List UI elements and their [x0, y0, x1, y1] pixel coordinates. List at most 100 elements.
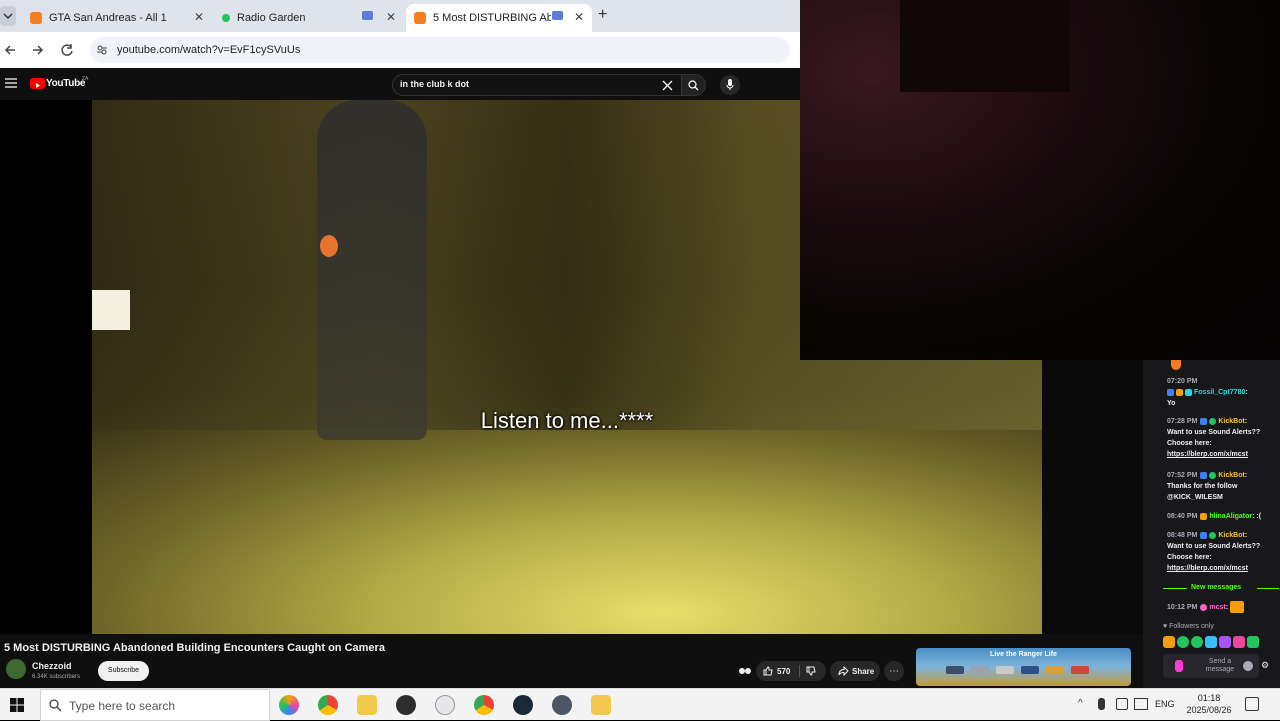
- chat-input-placeholder: Send a message: [1205, 658, 1235, 673]
- channel-name[interactable]: Chezzoid: [32, 661, 72, 671]
- chat-username[interactable]: mcst: [1209, 604, 1225, 611]
- picture-in-picture-icon: [362, 11, 373, 20]
- browser-tab[interactable]: Radio Garden ✕: [214, 4, 404, 32]
- youtube-logo-icon[interactable]: [30, 78, 45, 89]
- emote-icon[interactable]: [1191, 636, 1203, 648]
- followers-only-label: Followers only: [1169, 623, 1214, 630]
- chat-link[interactable]: https://blerp.com/x/mcst: [1167, 565, 1248, 572]
- copilot-icon[interactable]: [279, 695, 299, 715]
- tab-close-icon[interactable]: ✕: [386, 10, 396, 24]
- back-icon[interactable]: [3, 43, 17, 57]
- tab-label: 5 Most DISTURBING Aband: [433, 12, 551, 24]
- windows-start-icon[interactable]: [10, 698, 24, 712]
- steam-icon[interactable]: [513, 695, 533, 715]
- clear-search-icon[interactable]: [662, 80, 673, 91]
- chrome-icon[interactable]: [318, 695, 338, 715]
- emote-icon[interactable]: [1205, 636, 1217, 648]
- clip-icon[interactable]: [738, 665, 752, 677]
- tab-close-icon[interactable]: ✕: [574, 10, 584, 24]
- ad-truck-image: [946, 666, 964, 674]
- divider: [1163, 588, 1187, 589]
- new-tab-icon[interactable]: +: [598, 6, 607, 24]
- ad-truck-image: [1046, 666, 1064, 674]
- site-settings-icon[interactable]: [96, 44, 108, 56]
- taskbar: Type here to search ^ ENG 01:18 2025/08/…: [0, 688, 1280, 721]
- chat-text: Thanks for the follow @KICK_WILESM: [1167, 483, 1238, 501]
- chat-username[interactable]: Fossil_Cpt7780: [1194, 389, 1245, 396]
- file-explorer-icon[interactable]: [357, 695, 377, 715]
- chat-badge-icon: [1185, 388, 1192, 396]
- chat-username[interactable]: KickBot: [1218, 472, 1244, 479]
- search-input[interactable]: in the club k dot: [392, 74, 682, 96]
- chat-message: 07:52 PM KickBot: Thanks for the follow @…: [1167, 470, 1279, 503]
- browser-tab-active[interactable]: 5 Most DISTURBING Aband ✕: [406, 4, 592, 32]
- browser-tab[interactable]: GTA San Andreas - All 100 Tag ✕: [22, 4, 212, 32]
- clock[interactable]: 01:18 2025/08/26: [1180, 692, 1238, 716]
- chat-badge-icon: [1209, 471, 1217, 479]
- reload-icon[interactable]: [60, 43, 74, 57]
- chat-text: Yo: [1167, 400, 1176, 407]
- chat-settings-icon[interactable]: ⚙: [1261, 660, 1269, 671]
- chat-time: 07:20 PM: [1167, 378, 1198, 385]
- app-icon[interactable]: [552, 695, 572, 715]
- new-messages-divider[interactable]: New messages: [1163, 584, 1279, 594]
- chevron-up-icon[interactable]: ^: [1078, 698, 1083, 709]
- menu-icon[interactable]: [5, 78, 17, 88]
- emote-icon[interactable]: [1163, 636, 1175, 648]
- snipping-tool-icon[interactable]: [435, 695, 455, 715]
- display-icon[interactable]: [1134, 698, 1148, 710]
- dislike-icon[interactable]: [806, 666, 816, 676]
- video-frame-hand: [320, 235, 338, 257]
- obs-icon[interactable]: [396, 695, 416, 715]
- ad-truck-image: [996, 666, 1014, 674]
- tab-search-button[interactable]: [0, 6, 16, 26]
- ad-banner[interactable]: Live the Ranger Life: [916, 648, 1131, 686]
- chat-link[interactable]: https://blerp.com/x/mcst: [1167, 451, 1248, 458]
- like-count[interactable]: 570: [777, 667, 790, 676]
- like-icon[interactable]: [763, 666, 773, 676]
- chrome-profile-icon[interactable]: [474, 695, 494, 715]
- chat-username[interactable]: KickBot: [1218, 532, 1244, 539]
- search-icon: [688, 80, 699, 91]
- tab-close-icon[interactable]: ✕: [194, 10, 204, 24]
- picture-in-picture-icon: [552, 11, 563, 20]
- voice-search-button[interactable]: [720, 75, 740, 95]
- chat-badge-icon: [1167, 388, 1174, 396]
- emote-icon[interactable]: [1177, 636, 1189, 648]
- followers-only-notice: ♥ Followers only: [1163, 623, 1214, 630]
- search-button[interactable]: [682, 74, 706, 96]
- video-frame-figure: [317, 100, 427, 440]
- video-frame-floor: [92, 430, 1042, 634]
- chat-message: 07:28 PM KickBot: Want to use Sound Alert…: [1167, 416, 1279, 460]
- taskbar-search-input[interactable]: Type here to search: [40, 689, 270, 721]
- video-info: 5 Most DISTURBING Abandoned Building Enc…: [0, 634, 1143, 688]
- share-button[interactable]: Share: [830, 661, 880, 681]
- chat-username[interactable]: hlinaAligator: [1209, 513, 1252, 520]
- search-query-text: in the club k dot: [400, 79, 469, 89]
- channel-avatar[interactable]: [6, 659, 26, 679]
- chat-message: 08:40 PM hlinaAligator: :(: [1167, 512, 1262, 520]
- tab-label: GTA San Andreas - All 100 Tag: [49, 12, 167, 24]
- more-actions-icon[interactable]: ⋯: [884, 661, 904, 681]
- chat-badge-icon: [1209, 417, 1217, 425]
- notifications-icon[interactable]: [1245, 697, 1259, 711]
- subscribe-button[interactable]: Subscribe: [98, 661, 149, 681]
- chat-username[interactable]: KickBot: [1218, 418, 1244, 425]
- forward-icon[interactable]: [31, 43, 45, 57]
- microphone-icon[interactable]: [1098, 698, 1105, 710]
- emote-icon[interactable]: [1219, 636, 1231, 648]
- emoji-picker-icon[interactable]: [1243, 661, 1253, 671]
- emote-icon[interactable]: [1247, 636, 1259, 648]
- language-indicator[interactable]: ENG: [1155, 699, 1175, 709]
- chat-message-input[interactable]: Send a message: [1163, 654, 1259, 678]
- microphone-icon: [726, 79, 734, 90]
- url-text: youtube.com/watch?v=EvF1cySVuUs: [117, 44, 301, 56]
- youtube-logo-text[interactable]: YouTube: [46, 78, 86, 89]
- chevron-down-icon: [3, 13, 13, 20]
- url-field[interactable]: youtube.com/watch?v=EvF1cySVuUs: [90, 37, 790, 63]
- divider: [1257, 588, 1279, 589]
- pinned-app-icon[interactable]: [591, 695, 611, 715]
- emote-icon[interactable]: [1233, 636, 1245, 648]
- network-icon[interactable]: [1116, 698, 1128, 710]
- share-label: Share: [852, 667, 875, 676]
